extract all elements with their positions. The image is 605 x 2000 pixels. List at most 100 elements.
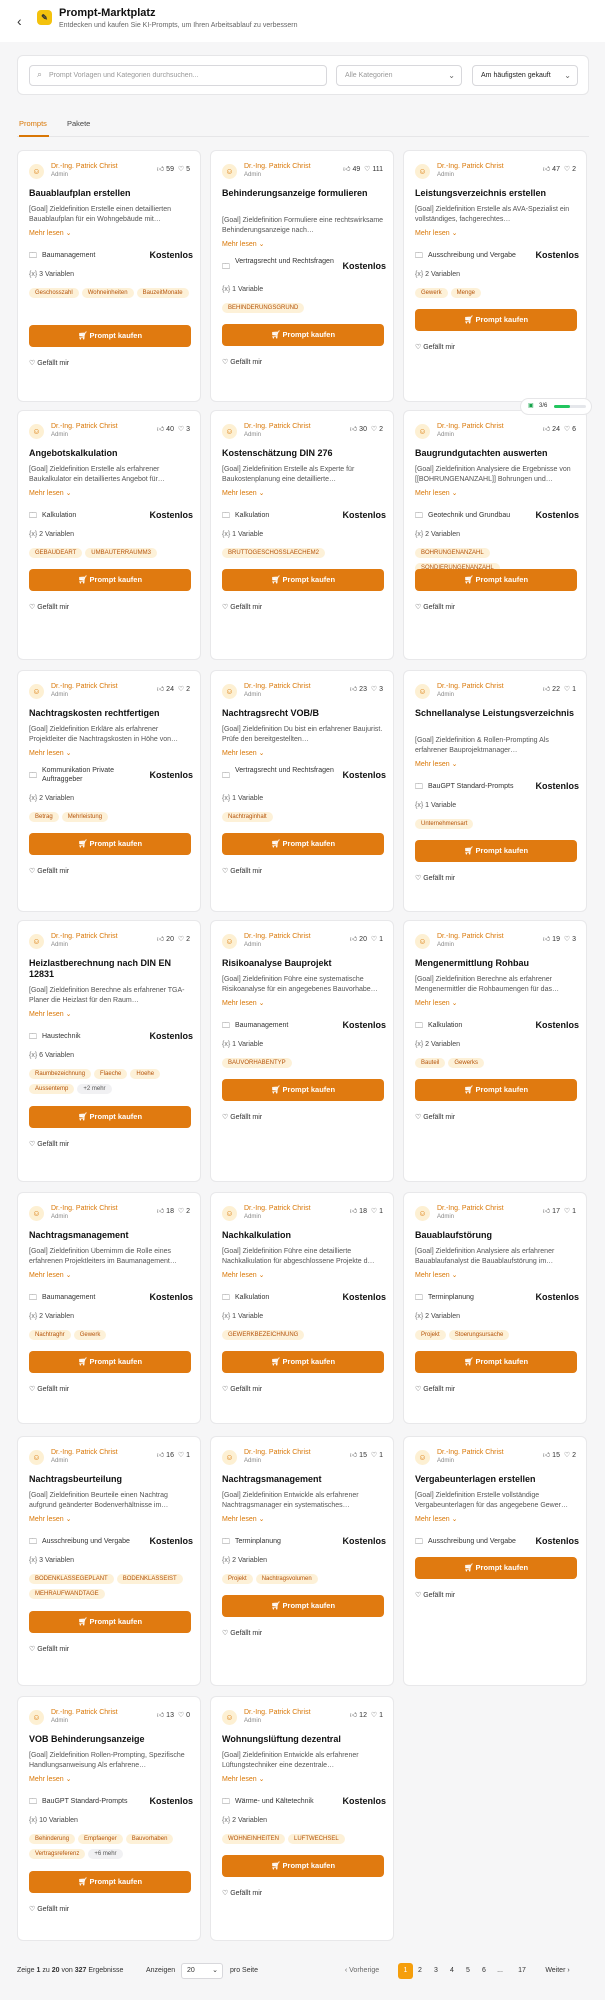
buy-prompt-button[interactable]: 🛒︎ Prompt kaufen — [222, 569, 384, 591]
prompt-card[interactable]: ☺ Dr.-Ing. Patrick Christ Admin 👍︎ 24 ♡ 2 Na… — [17, 670, 201, 912]
tab-prompts[interactable]: Prompts — [19, 119, 49, 137]
search-input[interactable] — [49, 68, 319, 83]
author-name[interactable]: Dr.-Ing. Patrick Christ — [51, 1709, 118, 1716]
like-button[interactable]: ♡ Gefällt mir — [222, 1385, 262, 1393]
author-name[interactable]: Dr.-Ing. Patrick Christ — [244, 423, 311, 430]
read-more-link[interactable]: Mehr lesen ⌄ — [29, 749, 71, 757]
read-more-link[interactable]: Mehr lesen ⌄ — [222, 1775, 264, 1783]
prompt-card[interactable]: ☺ Dr.-Ing. Patrick Christ Admin 👍︎ 18 ♡ 2 Na… — [17, 1192, 201, 1424]
author-name[interactable]: Dr.-Ing. Patrick Christ — [437, 423, 504, 430]
prompt-card[interactable]: ☺ Dr.-Ing. Patrick Christ Admin 👍︎ 49 ♡ 111… — [210, 150, 394, 402]
prompt-card[interactable]: ☺ Dr.-Ing. Patrick Christ Admin 👍︎ 13 ♡ 0 VO… — [17, 1696, 201, 1941]
page-number-button[interactable]: 5 — [462, 1963, 474, 1979]
author-name[interactable]: Dr.-Ing. Patrick Christ — [437, 683, 504, 690]
prompt-card[interactable]: ☺ Dr.-Ing. Patrick Christ Admin 👍︎ 20 ♡ 2 He… — [17, 920, 201, 1182]
like-button[interactable]: ♡ Gefällt mir — [29, 1140, 69, 1148]
read-more-link[interactable]: Mehr lesen ⌄ — [222, 489, 264, 497]
page-number-button[interactable]: 3 — [430, 1963, 442, 1979]
prompt-card[interactable]: ☺ Dr.-Ing. Patrick Christ Admin 👍︎ 17 ♡ 1 Ba… — [403, 1192, 587, 1424]
buy-prompt-button[interactable]: 🛒︎ Prompt kaufen — [29, 833, 191, 855]
like-button[interactable]: ♡ Gefällt mir — [415, 343, 455, 351]
buy-prompt-button[interactable]: 🛒︎ Prompt kaufen — [29, 1871, 191, 1893]
buy-prompt-button[interactable]: 🛒︎ Prompt kaufen — [415, 569, 577, 591]
read-more-link[interactable]: Mehr lesen ⌄ — [415, 489, 457, 497]
author-name[interactable]: Dr.-Ing. Patrick Christ — [51, 683, 118, 690]
buy-prompt-button[interactable]: 🛒︎ Prompt kaufen — [415, 1557, 577, 1579]
read-more-link[interactable]: Mehr lesen ⌄ — [415, 760, 457, 768]
author-name[interactable]: Dr.-Ing. Patrick Christ — [437, 1449, 504, 1456]
prompt-card[interactable]: ☺ Dr.-Ing. Patrick Christ Admin 👍︎ 22 ♡ 1 Sc… — [403, 670, 587, 912]
read-more-link[interactable]: Mehr lesen ⌄ — [29, 229, 71, 237]
prompt-card[interactable]: ☺ Dr.-Ing. Patrick Christ Admin 👍︎ 30 ♡ 2 Ko… — [210, 410, 394, 660]
read-more-link[interactable]: Mehr lesen ⌄ — [29, 1271, 71, 1279]
prompt-card[interactable]: ☺ Dr.-Ing. Patrick Christ Admin 👍︎ 16 ♡ 1 Na… — [17, 1436, 201, 1686]
read-more-link[interactable]: Mehr lesen ⌄ — [29, 1010, 71, 1018]
read-more-link[interactable]: Mehr lesen ⌄ — [222, 749, 264, 757]
prompt-card[interactable]: ☺ Dr.-Ing. Patrick Christ Admin 👍︎ 24 ♡ 6 Ba… — [403, 410, 587, 660]
author-name[interactable]: Dr.-Ing. Patrick Christ — [244, 1709, 311, 1716]
like-button[interactable]: ♡ Gefällt mir — [222, 1889, 262, 1897]
prev-page-button[interactable]: ‹ Vorherige — [337, 1963, 387, 1979]
prompt-card[interactable]: ☺ Dr.-Ing. Patrick Christ Admin 👍︎ 18 ♡ 1 Na… — [210, 1192, 394, 1424]
author-name[interactable]: Dr.-Ing. Patrick Christ — [244, 163, 311, 170]
per-page-select[interactable]: 20 ⌄ — [181, 1963, 223, 1979]
page-number-button[interactable]: 4 — [446, 1963, 458, 1979]
buy-prompt-button[interactable]: 🛒︎ Prompt kaufen — [222, 324, 384, 346]
buy-prompt-button[interactable]: 🛒︎ Prompt kaufen — [222, 1079, 384, 1101]
author-name[interactable]: Dr.-Ing. Patrick Christ — [244, 1205, 311, 1212]
like-button[interactable]: ♡ Gefällt mir — [222, 1629, 262, 1637]
prompt-card[interactable]: ☺ Dr.-Ing. Patrick Christ Admin 👍︎ 15 ♡ 2 Ve… — [403, 1436, 587, 1686]
page-number-button[interactable]: 6 — [478, 1963, 490, 1979]
prompt-card[interactable]: ☺ Dr.-Ing. Patrick Christ Admin 👍︎ 40 ♡ 3 An… — [17, 410, 201, 660]
prompt-card[interactable]: ☺ Dr.-Ing. Patrick Christ Admin 👍︎ 20 ♡ 1 Ri… — [210, 920, 394, 1182]
buy-prompt-button[interactable]: 🛒︎ Prompt kaufen — [222, 1855, 384, 1877]
buy-prompt-button[interactable]: 🛒︎ Prompt kaufen — [415, 309, 577, 331]
like-button[interactable]: ♡ Gefällt mir — [415, 1113, 455, 1121]
buy-prompt-button[interactable]: 🛒︎ Prompt kaufen — [222, 833, 384, 855]
buy-prompt-button[interactable]: 🛒︎ Prompt kaufen — [415, 1079, 577, 1101]
read-more-link[interactable]: Mehr lesen ⌄ — [222, 999, 264, 1007]
like-button[interactable]: ♡ Gefällt mir — [222, 867, 262, 875]
author-name[interactable]: Dr.-Ing. Patrick Christ — [51, 163, 118, 170]
like-button[interactable]: ♡ Gefällt mir — [415, 1591, 455, 1599]
page-number-button[interactable]: 2 — [414, 1963, 426, 1979]
buy-prompt-button[interactable]: 🛒︎ Prompt kaufen — [29, 1611, 191, 1633]
page-number-button[interactable]: 17 — [516, 1963, 528, 1979]
like-button[interactable]: ♡ Gefällt mir — [222, 1113, 262, 1121]
prompt-card[interactable]: ☺ Dr.-Ing. Patrick Christ Admin 👍︎ 47 ♡ 2 Le… — [403, 150, 587, 402]
search-box[interactable]: ⌕ — [29, 65, 327, 86]
progress-indicator[interactable]: ▣ 3/6 — [520, 398, 592, 415]
read-more-link[interactable]: Mehr lesen ⌄ — [29, 1775, 71, 1783]
like-button[interactable]: ♡ Gefällt mir — [222, 603, 262, 611]
read-more-link[interactable]: Mehr lesen ⌄ — [222, 1271, 264, 1279]
prompt-card[interactable]: ☺ Dr.-Ing. Patrick Christ Admin 👍︎ 19 ♡ 3 Me… — [403, 920, 587, 1182]
like-button[interactable]: ♡ Gefällt mir — [29, 359, 69, 367]
like-button[interactable]: ♡ Gefällt mir — [29, 1385, 69, 1393]
buy-prompt-button[interactable]: 🛒︎ Prompt kaufen — [29, 1106, 191, 1128]
author-name[interactable]: Dr.-Ing. Patrick Christ — [51, 933, 118, 940]
author-name[interactable]: Dr.-Ing. Patrick Christ — [437, 163, 504, 170]
read-more-link[interactable]: Mehr lesen ⌄ — [415, 1271, 457, 1279]
read-more-link[interactable]: Mehr lesen ⌄ — [222, 240, 264, 248]
like-button[interactable]: ♡ Gefällt mir — [29, 1645, 69, 1653]
like-button[interactable]: ♡ Gefällt mir — [415, 603, 455, 611]
buy-prompt-button[interactable]: 🛒︎ Prompt kaufen — [222, 1351, 384, 1373]
author-name[interactable]: Dr.-Ing. Patrick Christ — [437, 933, 504, 940]
back-arrow-icon[interactable]: ‹ — [17, 14, 22, 28]
buy-prompt-button[interactable]: 🛒︎ Prompt kaufen — [415, 1351, 577, 1373]
like-button[interactable]: ♡ Gefällt mir — [222, 358, 262, 366]
author-name[interactable]: Dr.-Ing. Patrick Christ — [244, 683, 311, 690]
read-more-link[interactable]: Mehr lesen ⌄ — [415, 1515, 457, 1523]
prompt-card[interactable]: ☺ Dr.-Ing. Patrick Christ Admin 👍︎ 59 ♡ 5 Ba… — [17, 150, 201, 402]
next-page-button[interactable]: Weiter › — [535, 1963, 580, 1979]
tab-pakete[interactable]: Pakete — [67, 119, 90, 137]
read-more-link[interactable]: Mehr lesen ⌄ — [29, 489, 71, 497]
like-button[interactable]: ♡ Gefällt mir — [29, 603, 69, 611]
prompt-card[interactable]: ☺ Dr.-Ing. Patrick Christ Admin 👍︎ 12 ♡ 1 Wo… — [210, 1696, 394, 1941]
author-name[interactable]: Dr.-Ing. Patrick Christ — [51, 1205, 118, 1212]
prompt-card[interactable]: ☺ Dr.-Ing. Patrick Christ Admin 👍︎ 15 ♡ 1 Na… — [210, 1436, 394, 1686]
read-more-link[interactable]: Mehr lesen ⌄ — [415, 229, 457, 237]
category-select[interactable]: Alle Kategorien ⌄ — [336, 65, 462, 86]
buy-prompt-button[interactable]: 🛒︎ Prompt kaufen — [415, 840, 577, 862]
author-name[interactable]: Dr.-Ing. Patrick Christ — [51, 423, 118, 430]
